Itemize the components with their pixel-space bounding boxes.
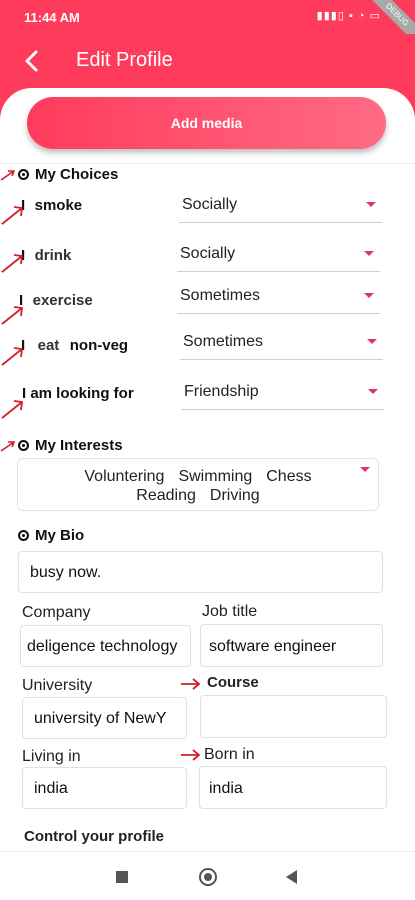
- control-profile-heading: Control your profile: [24, 828, 164, 845]
- choice-label-drink: drink: [34, 247, 72, 264]
- born-in-input[interactable]: india: [199, 766, 387, 809]
- dropdown-caret-icon: [366, 202, 376, 207]
- my-interests-heading-text: My Interests: [35, 437, 123, 454]
- my-bio-heading: My Bio: [18, 527, 84, 544]
- dropdown-caret-icon: [364, 251, 374, 256]
- interests-selector[interactable]: Voluntering Swimming Chess Reading Driving: [17, 458, 379, 511]
- drink-dropdown-value: Socially: [180, 245, 236, 262]
- born-in-label: Born in: [204, 746, 255, 763]
- dropdown-caret-icon: [360, 467, 370, 472]
- dropdown-caret-icon: [364, 293, 374, 298]
- divider: [0, 163, 415, 164]
- annotation-arrow-icon: [180, 748, 202, 762]
- my-choices-heading: My Choices: [18, 166, 118, 183]
- status-time: 11:44 AM: [24, 10, 80, 25]
- annotation-arrow-icon: [180, 677, 202, 691]
- annotation-arrow-icon: [0, 304, 26, 326]
- page-title: Edit Profile: [76, 49, 173, 71]
- system-status-icons: ▮▮▮▯ ▪ ◔ ▭: [316, 10, 381, 22]
- my-interests-heading: My Interests: [18, 437, 123, 454]
- looking-for-dropdown-value: Friendship: [184, 383, 259, 400]
- choice-suffix-nonveg: non-veg: [69, 337, 129, 354]
- back-button[interactable]: [18, 46, 48, 76]
- nav-back-icon[interactable]: [286, 870, 297, 884]
- university-input[interactable]: university of NewY: [22, 697, 187, 739]
- looking-for-dropdown[interactable]: Friendship: [181, 380, 384, 410]
- system-nav-bar: [0, 851, 415, 900]
- bullet-icon: [18, 530, 29, 541]
- job-title-value: software engineer: [209, 638, 337, 655]
- choice-row-exercise: I exercise: [19, 292, 93, 310]
- eat-dropdown[interactable]: Sometimes: [180, 330, 383, 360]
- annotation-arrow-icon: [0, 439, 16, 453]
- bio-input[interactable]: busy now.: [18, 551, 383, 593]
- choice-label-looking-for: I am looking for: [22, 385, 134, 402]
- company-label: Company: [22, 604, 91, 621]
- annotation-arrow-icon: [0, 398, 26, 420]
- interests-tags: Voluntering Swimming Chess Reading Driving: [18, 467, 378, 505]
- my-choices-heading-text: My Choices: [35, 166, 119, 183]
- smoke-dropdown-value: Socially: [182, 196, 238, 213]
- eat-dropdown-value: Sometimes: [183, 333, 264, 350]
- course-label: Course: [207, 674, 259, 691]
- home-icon[interactable]: [199, 868, 217, 886]
- interest-tag: Reading: [136, 487, 196, 504]
- university-label: University: [22, 677, 93, 694]
- annotation-arrow-icon: [0, 252, 26, 274]
- bio-value: busy now.: [30, 564, 102, 581]
- status-bar: 11:44 AM ▮▮▮▯ ▪ ◔ ▭ DEBUG: [0, 0, 415, 43]
- company-value: deligence technology: [27, 638, 178, 655]
- choice-row-eat: I eat non-veg: [21, 337, 128, 355]
- living-in-value: india: [34, 780, 68, 797]
- job-title-label: Job title: [202, 603, 258, 620]
- smoke-dropdown[interactable]: Socially: [179, 193, 382, 223]
- choice-row-smoke: I smoke: [21, 197, 82, 215]
- bullet-icon: [18, 440, 29, 451]
- choice-row-looking-for: I am looking for: [22, 385, 134, 403]
- company-input[interactable]: deligence technology: [20, 625, 191, 667]
- choice-row-drink: I drink: [21, 247, 71, 265]
- university-value: university of NewY: [34, 710, 167, 727]
- interest-tag: Voluntering: [84, 468, 165, 485]
- exercise-dropdown-value: Sometimes: [180, 287, 261, 304]
- dropdown-caret-icon: [367, 339, 377, 344]
- living-in-label: Living in: [22, 748, 81, 765]
- choice-label-smoke: smoke: [34, 197, 83, 214]
- living-in-input[interactable]: india: [22, 767, 187, 809]
- annotation-arrow-icon: [0, 345, 26, 367]
- choice-label-exercise: exercise: [32, 292, 93, 309]
- born-in-value: india: [209, 780, 243, 797]
- interest-tag: Chess: [266, 468, 312, 485]
- exercise-dropdown[interactable]: Sometimes: [177, 284, 380, 314]
- job-title-input[interactable]: software engineer: [200, 624, 383, 667]
- interest-tag: Driving: [209, 487, 260, 504]
- recents-icon[interactable]: [116, 871, 128, 883]
- bullet-icon: [18, 169, 29, 180]
- dropdown-caret-icon: [368, 389, 378, 394]
- drink-dropdown[interactable]: Socially: [177, 242, 380, 272]
- annotation-arrow-icon: [0, 204, 26, 226]
- add-media-button[interactable]: Add media: [27, 97, 386, 149]
- choice-label-eat: eat: [37, 337, 60, 354]
- back-arrow-icon: [25, 50, 38, 72]
- interest-tag: Swimming: [178, 468, 253, 485]
- annotation-arrow-icon: [0, 168, 16, 182]
- my-bio-heading-text: My Bio: [35, 527, 85, 544]
- course-input[interactable]: [200, 695, 387, 738]
